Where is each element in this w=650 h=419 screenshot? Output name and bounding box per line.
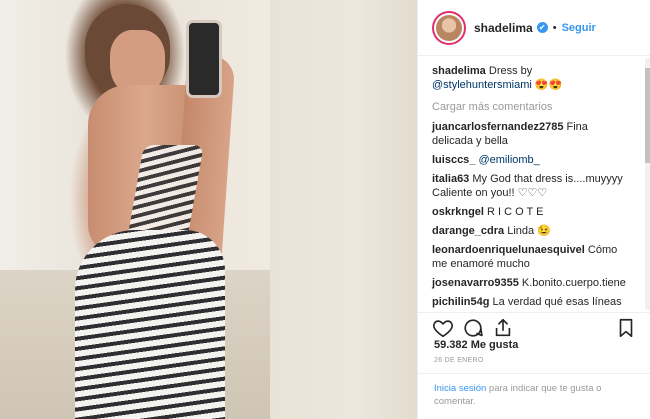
comment-text: Linda 😉: [507, 225, 551, 237]
comment-username[interactable]: luisccs_: [432, 154, 475, 166]
login-prompt: Inicia sesión para indicar que te gusta …: [418, 373, 650, 419]
likes-count[interactable]: 59.382 Me gusta: [434, 339, 518, 351]
scrollbar-thumb[interactable]: [645, 68, 650, 163]
comments-scrollbar[interactable]: [645, 58, 650, 310]
comment-username[interactable]: pichilin54g: [432, 296, 489, 308]
photo-phone: [186, 20, 222, 98]
comment-text: K.bonito.cuerpo.tiene: [521, 277, 626, 289]
list-item: pichilin54g La verdad qué esas líneas de…: [432, 295, 637, 310]
separator-dot: •: [552, 21, 557, 34]
share-icon[interactable]: [492, 317, 514, 339]
photo-background-wall: [270, 0, 417, 419]
list-item: darange_cdra Linda 😉: [432, 224, 637, 238]
list-item: juancarlosfernandez2785 Fina delicada y …: [432, 120, 637, 148]
comment-text: R I C O T E: [487, 206, 544, 218]
post-header: shadelima ✔ • Seguir: [418, 0, 650, 56]
verified-badge-icon: ✔: [536, 22, 548, 33]
list-item: luisccs_ @emiliomb_: [432, 153, 637, 167]
list-item: josenavarro9355 K.bonito.cuerpo.tiene: [432, 276, 637, 290]
comment-username[interactable]: juancarlosfernandez2785: [432, 121, 563, 133]
list-item: italia63 My God that dress is....muyyyy …: [432, 172, 637, 200]
heart-icon[interactable]: [432, 317, 454, 339]
list-item: leonardoenriquelunaesquivel Cómo me enam…: [432, 243, 637, 271]
comment-username[interactable]: josenavarro9355: [432, 277, 519, 289]
caption-username[interactable]: shadelima: [432, 65, 486, 77]
caption-mention[interactable]: @stylehuntersmiami: [432, 79, 532, 91]
post-date: 26 DE ENERO: [434, 357, 484, 364]
post-side-panel: shadelima ✔ • Seguir shadelima Dress by …: [417, 0, 650, 419]
comment-text[interactable]: @emiliomb_: [478, 154, 539, 166]
caption-emoji: 😍😍: [531, 79, 563, 91]
comment-username[interactable]: italia63: [432, 173, 469, 185]
caption: shadelima Dress by @stylehuntersmiami 😍😍: [432, 64, 637, 92]
comments-list[interactable]: shadelima Dress by @stylehuntersmiami 😍😍…: [418, 58, 650, 310]
post-photo[interactable]: [0, 0, 417, 419]
action-bar: [418, 312, 650, 342]
comment-username[interactable]: oskrkngel: [432, 206, 484, 218]
comment-username[interactable]: darange_cdra: [432, 225, 504, 237]
comment-username[interactable]: leonardoenriquelunaesquivel: [432, 244, 585, 256]
login-link[interactable]: Inicia sesión: [434, 383, 486, 394]
follow-button[interactable]: Seguir: [562, 22, 596, 34]
comment-icon[interactable]: [462, 317, 484, 339]
photo-striped-dress: [75, 230, 225, 419]
bookmark-icon[interactable]: [615, 317, 637, 339]
list-item: oskrkngel R I C O T E: [432, 205, 637, 219]
avatar[interactable]: [432, 10, 466, 45]
header-username[interactable]: shadelima: [474, 21, 533, 35]
load-more-comments-button[interactable]: Cargar más comentarios: [432, 100, 637, 114]
caption-text: Dress by: [488, 65, 533, 77]
